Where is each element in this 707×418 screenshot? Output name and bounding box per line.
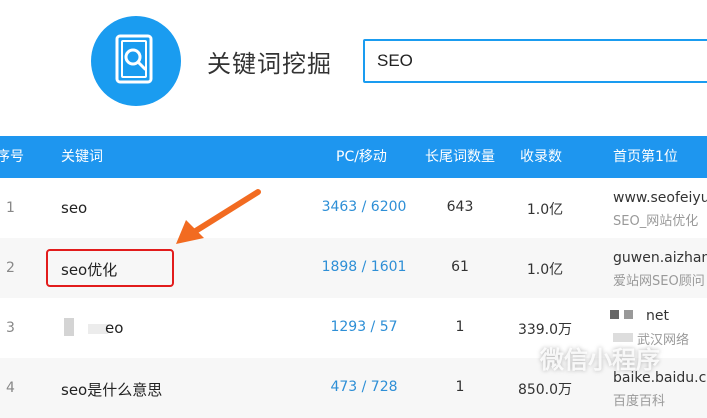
watermark: 微信小程序 [540, 346, 660, 374]
annotation-arrow-icon [176, 189, 261, 244]
